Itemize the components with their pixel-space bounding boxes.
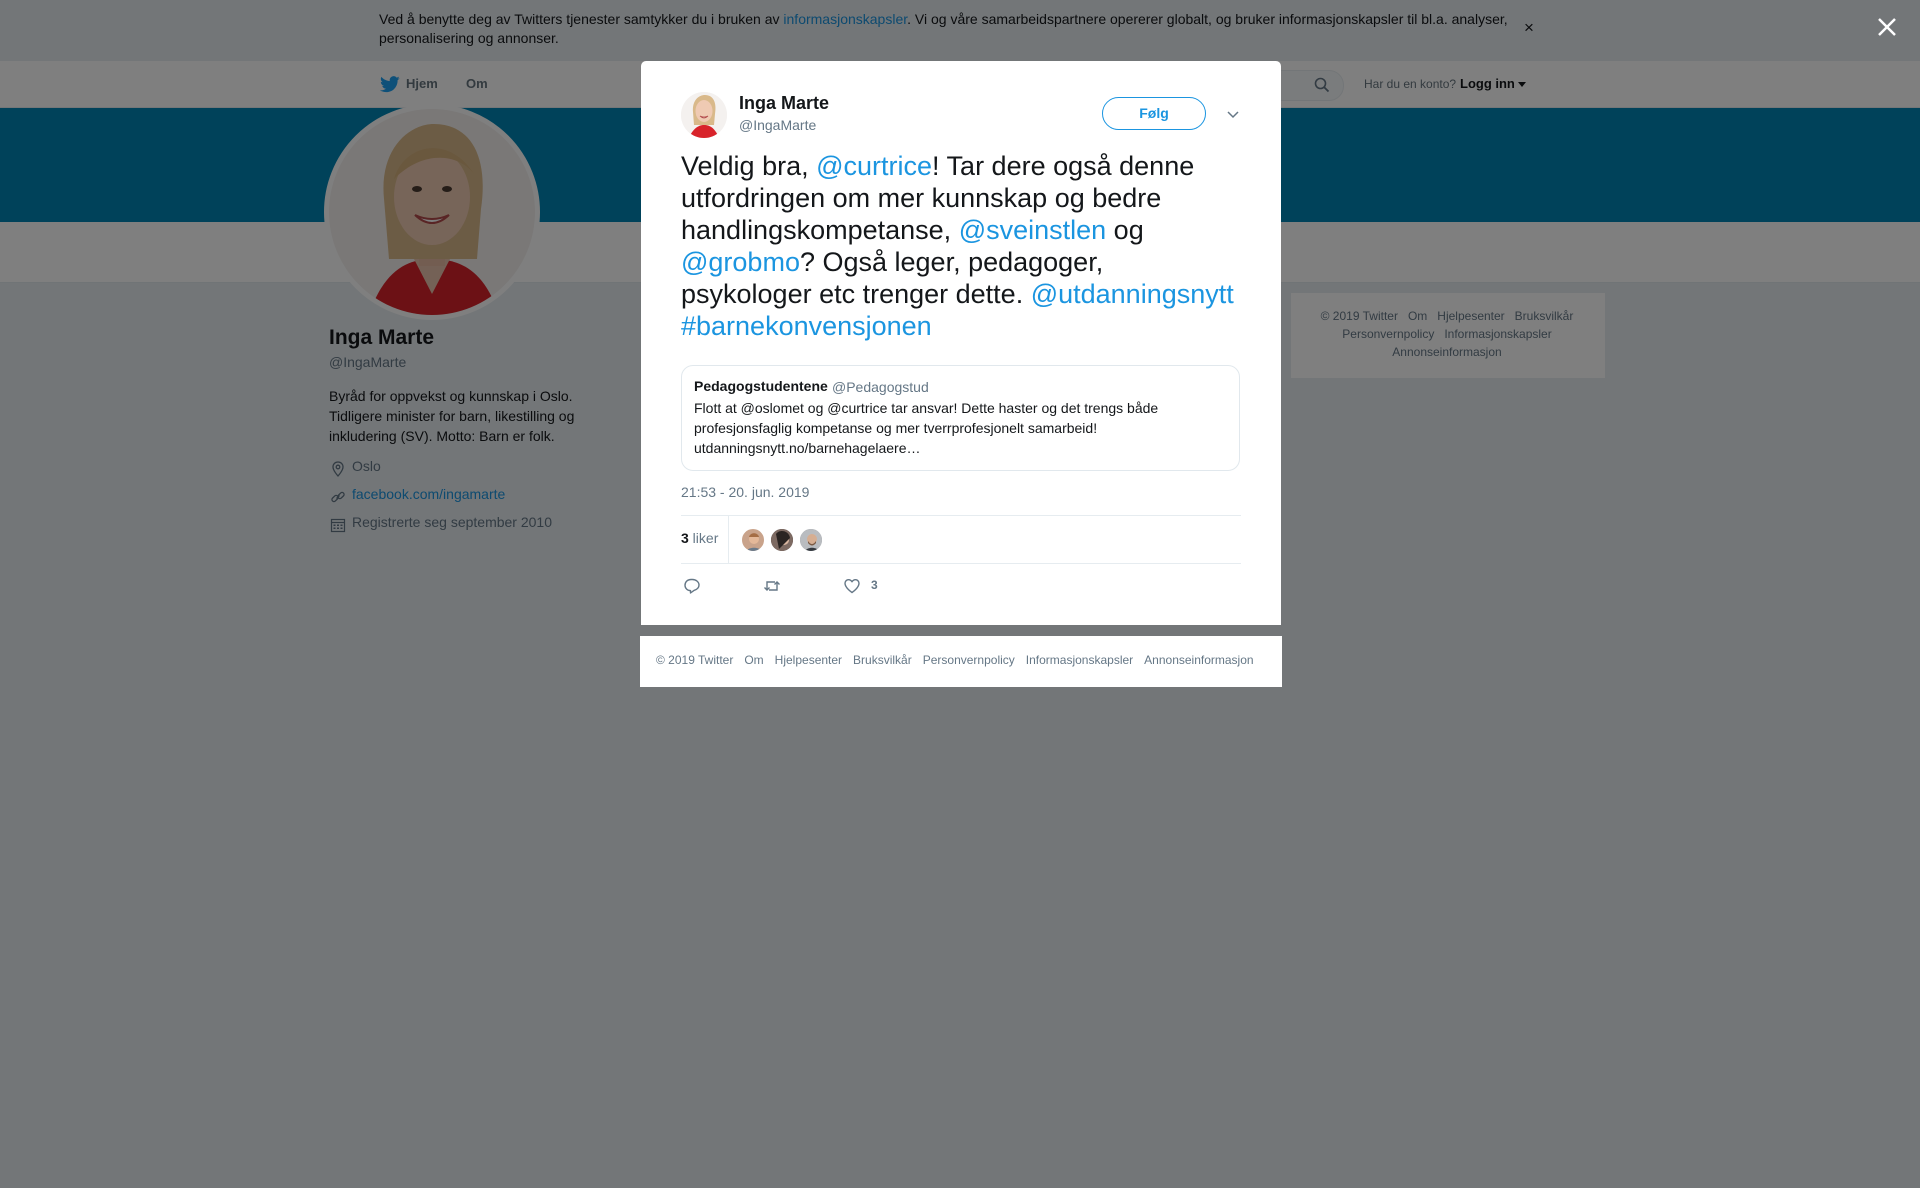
like-action-count: 3: [871, 578, 878, 592]
divider: [681, 515, 1241, 516]
likes-label: liker: [688, 530, 719, 546]
footer-link[interactable]: Hjelpesenter: [775, 653, 842, 667]
hashtag-link[interactable]: #barnekonvensjonen: [681, 311, 932, 341]
tweet-author-handle[interactable]: @IngaMarte: [739, 117, 816, 133]
likes-number: 3: [681, 530, 689, 546]
tweet-timestamp[interactable]: 21:53 - 20. jun. 2019: [681, 484, 809, 500]
tweet-modal: [641, 61, 1281, 625]
follow-button[interactable]: Følg: [1102, 97, 1206, 130]
footer-link[interactable]: Annonseinformasjon: [1144, 653, 1253, 667]
mention-link[interactable]: @curtrice: [816, 151, 932, 181]
mention-link[interactable]: @utdanningsnytt: [1031, 279, 1234, 309]
divider: [728, 515, 729, 563]
like-icon[interactable]: [843, 577, 861, 595]
footer-link[interactable]: Informasjonskapsler: [1026, 653, 1133, 667]
tweet-author-avatar[interactable]: [681, 92, 727, 138]
footer-link[interactable]: Om: [744, 653, 763, 667]
divider: [681, 563, 1241, 564]
liker-avatar[interactable]: [799, 528, 823, 552]
tweet-text-part: Veldig bra,: [681, 151, 817, 181]
liker-avatar[interactable]: [770, 528, 794, 552]
quoted-tweet-author-name: Pedagogstudentene: [694, 378, 828, 394]
footer-link[interactable]: © 2019 Twitter: [656, 653, 733, 667]
tweet-author-name[interactable]: Inga Marte: [739, 93, 829, 114]
chevron-down-icon[interactable]: [1225, 106, 1241, 122]
reply-icon[interactable]: [683, 577, 701, 595]
footer-link[interactable]: Bruksvilkår: [853, 653, 912, 667]
footer-link[interactable]: Personvernpolicy: [923, 653, 1015, 667]
tweet-text: Veldig bra, @curtrice! Tar dere også den…: [681, 150, 1241, 342]
tweet-text-part: og: [1106, 215, 1144, 245]
liker-avatar[interactable]: [741, 528, 765, 552]
mention-link[interactable]: @grobmo: [681, 247, 800, 277]
mention-link[interactable]: @sveinstlen: [959, 215, 1106, 245]
quoted-tweet-author-handle: @Pedagogstud: [832, 379, 929, 395]
likes-count[interactable]: 3 liker: [681, 530, 718, 546]
modal-footer-links: © 2019 Twitter Om Hjelpesenter Bruksvilkår P…: [656, 653, 1265, 667]
quoted-tweet-text: Flott at @oslomet og @curtrice tar ansva…: [694, 400, 1159, 456]
retweet-icon[interactable]: [763, 577, 781, 595]
close-icon[interactable]: [1870, 10, 1904, 44]
